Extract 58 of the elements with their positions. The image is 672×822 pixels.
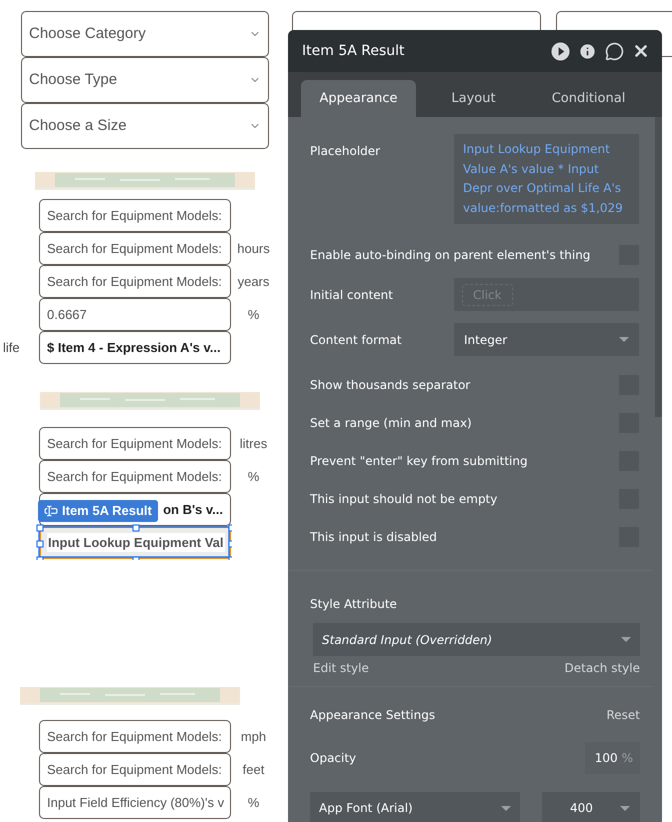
dropdown-field[interactable]: Choose a Size (21, 103, 269, 149)
close-icon[interactable] (632, 42, 650, 60)
input-field[interactable]: Search for Equipment Models: (39, 753, 231, 786)
unit-label: mph (240, 728, 266, 746)
detach-style-link[interactable]: Detach style (564, 659, 640, 677)
field-label: life (2, 338, 20, 357)
input-icon (44, 504, 58, 518)
input-field[interactable]: 0.6667 (39, 298, 231, 331)
input-field[interactable]: $ Item 4 - Expression A's v... (39, 331, 231, 364)
dropdown-arrow-icon (620, 806, 630, 810)
reset-button[interactable]: Reset (606, 706, 640, 724)
input-field[interactable]: Input Field Efficiency (80%)'s v (39, 786, 231, 819)
unit-label: % (248, 306, 260, 324)
input-field[interactable]: Search for Equipment Models: (39, 199, 231, 232)
tab[interactable]: Conditional (531, 80, 646, 117)
section-label: Style Attribute (310, 597, 397, 611)
input-field[interactable]: Search for Equipment Models: (39, 265, 231, 298)
dropdown-field[interactable]: Integer (454, 323, 639, 356)
field-label: Prevent "enter" key from submitting (310, 453, 528, 470)
field-label: This input should not be empty (310, 491, 498, 508)
scrollbar[interactable] (655, 117, 662, 417)
field-label: Set a range (min and max) (310, 415, 472, 432)
tab[interactable]: Layout (416, 80, 531, 117)
section-label: Appearance Settings (310, 707, 436, 724)
unit-label: feet (242, 760, 264, 779)
dropdown-field[interactable]: Choose Type (21, 57, 269, 103)
input-field[interactable]: Input Lookup Equipment Val (39, 526, 231, 559)
opacity-field[interactable]: 100 % (585, 742, 640, 774)
input-field[interactable]: Search for Equipment Models: (39, 460, 231, 493)
field-label: Enable auto-binding on parent element's thing (310, 247, 590, 264)
dropdown-arrow-icon (621, 637, 631, 642)
field-label: Opacity (310, 750, 356, 767)
input-field[interactable]: Search for Equipment Models: (39, 720, 231, 753)
field-label: Initial content (310, 286, 393, 304)
unit-label: litres (240, 434, 268, 453)
dropdown-arrow-icon (501, 806, 511, 810)
unit-label: years (238, 272, 270, 291)
field-label: Placeholder (310, 143, 380, 160)
field-label: This input is disabled (310, 529, 437, 546)
field-label: Content format (310, 332, 402, 348)
unit-label: % (248, 468, 260, 486)
comment-icon[interactable] (605, 42, 624, 60)
edit-style-link[interactable]: Edit style (313, 659, 369, 677)
unit-label: hours (237, 240, 270, 258)
unit-label: % (248, 794, 260, 812)
dropdown-arrow-icon (619, 337, 629, 342)
dropdown-field[interactable]: Standard Input (Overridden) (313, 623, 640, 656)
font-dropdown[interactable]: App Font (Arial) (310, 792, 520, 822)
element-name-badge: Item 5A Result (38, 500, 158, 522)
font-weight-dropdown[interactable]: 400 (542, 792, 640, 822)
panel-title: Item 5A Result (302, 42, 405, 60)
input-field[interactable]: Search for Equipment Models: (39, 427, 231, 460)
dropdown-field[interactable]: Choose Category (21, 11, 269, 57)
play-icon[interactable] (551, 42, 570, 60)
tab[interactable]: Appearance (301, 80, 416, 117)
info-icon[interactable] (578, 42, 597, 60)
input-field[interactable]: Search for Equipment Models: (39, 232, 231, 265)
field-label: Show thousands separator (310, 377, 470, 394)
